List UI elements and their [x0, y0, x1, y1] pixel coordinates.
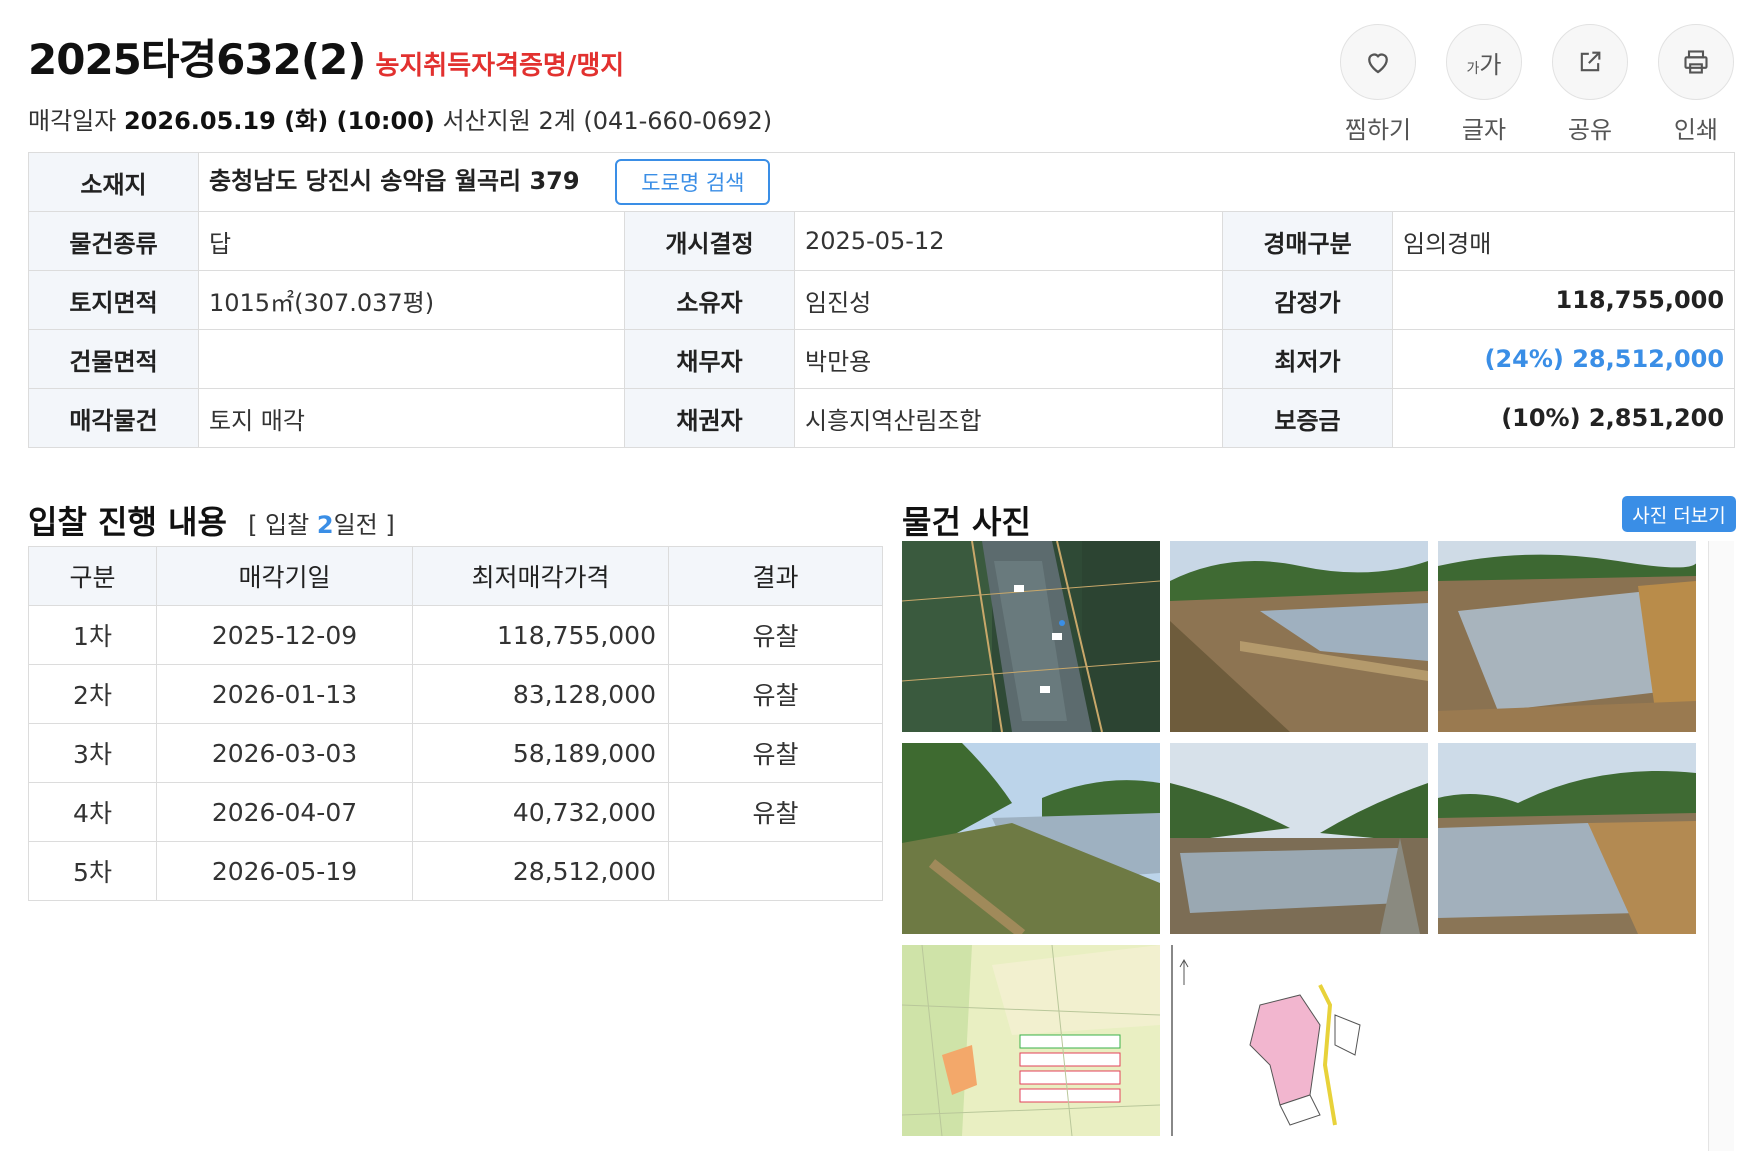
photo-thumbnail[interactable] [1170, 945, 1428, 1136]
round-cell: 2차 [28, 664, 157, 724]
result-cell [668, 841, 883, 901]
price-cell: 118,755,000 [412, 605, 669, 665]
favorite-label: 찜하기 [1344, 116, 1412, 144]
address-label: 소재지 [28, 152, 199, 212]
bid-header-row: 구분 매각기일 최저매각가격 결과 [28, 546, 883, 606]
court-info: 서산지원 2계 (041-660-0692) [442, 107, 773, 135]
table-row: 4차 2026-04-07 40,732,000 유찰 [28, 782, 883, 842]
result-cell: 유찰 [668, 723, 883, 783]
photo-section-title: 물건 사진 [902, 503, 1031, 541]
photo-thumbnail[interactable] [1170, 743, 1428, 934]
photo-scrollbar[interactable] [1708, 541, 1734, 1151]
bid-section-title: 입찰 진행 내용 [ 입찰 2일전 ] [28, 503, 395, 541]
font-size-label: 글자 [1461, 116, 1507, 144]
info-row: 물건종류 답 개시결정 2025-05-12 경매구분 임의경매 [28, 211, 1736, 271]
share-button[interactable]: 공유 [1552, 24, 1628, 145]
bid-history-table: 구분 매각기일 최저매각가격 결과 1차 2025-12-09 118,755,… [28, 546, 883, 901]
photo-thumbnail[interactable] [902, 743, 1160, 934]
start-value: 2025-05-12 [794, 211, 1223, 271]
table-row: 5차 2026-05-19 28,512,000 [28, 841, 883, 901]
action-bar: 찜하기 가가 글자 공유 인쇄 [1340, 24, 1734, 145]
table-row: 2차 2026-01-13 83,128,000 유찰 [28, 664, 883, 724]
date-cell: 2026-05-19 [156, 841, 413, 901]
price-cell: 83,128,000 [412, 664, 669, 724]
date-cell: 2026-01-13 [156, 664, 413, 724]
price-cell: 58,189,000 [412, 723, 669, 783]
share-label: 공유 [1567, 116, 1613, 144]
case-number: 2025타경632(2) [28, 35, 366, 84]
appraisal-value: 118,755,000 [1391, 270, 1736, 330]
col-date: 매각기일 [156, 546, 413, 606]
table-row: 1차 2025-12-09 118,755,000 유찰 [28, 605, 883, 665]
col-result: 결과 [668, 546, 883, 606]
print-icon [1684, 50, 1708, 74]
font-size-button[interactable]: 가가 글자 [1446, 24, 1522, 145]
road-search-button[interactable]: 도로명 검색 [615, 159, 771, 205]
case-tag: 농지취득자격증명/맹지 [375, 51, 625, 81]
print-label: 인쇄 [1673, 116, 1719, 144]
date-cell: 2026-04-07 [156, 782, 413, 842]
print-button[interactable]: 인쇄 [1658, 24, 1734, 145]
property-info-table: 소재지 충청남도 당진시 송악읍 월곡리 379 도로명 검색 물건종류 답 개… [28, 152, 1736, 448]
round-cell: 4차 [28, 782, 157, 842]
type-label: 물건종류 [28, 211, 199, 271]
result-cell: 유찰 [668, 605, 883, 665]
bid-days-left: [ 입찰 2일전 ] [248, 511, 395, 539]
favorite-button[interactable]: 찜하기 [1340, 24, 1416, 145]
type-value: 답 [198, 211, 625, 271]
deposit-value: (10%) 2,851,200 [1391, 388, 1736, 448]
photo-grid [902, 541, 1702, 1151]
auction-kind-value: 임의경매 [1391, 211, 1736, 271]
photo-thumbnail[interactable] [1170, 541, 1428, 732]
more-photos-button[interactable]: 사진 더보기 [1622, 496, 1736, 532]
round-cell: 1차 [28, 605, 157, 665]
building-area-label: 건물면적 [28, 329, 199, 389]
photo-thumbnail[interactable] [902, 541, 1160, 732]
price-cell: 28,512,000 [412, 841, 669, 901]
appraisal-label: 감정가 [1222, 270, 1393, 330]
sale-item-label: 매각물건 [28, 388, 199, 448]
result-cell: 유찰 [668, 664, 883, 724]
heart-icon [1368, 53, 1388, 74]
creditor-value: 시흥지역산림조합 [794, 388, 1223, 448]
info-row: 토지면적 1015㎡(307.037평) 소유자 임진성 감정가 118,755… [28, 270, 1736, 330]
land-area-value: 1015㎡(307.037평) [198, 270, 625, 330]
photo-thumbnail[interactable] [1438, 541, 1696, 732]
result-cell: 유찰 [668, 782, 883, 842]
debtor-value: 박만용 [794, 329, 1223, 389]
date-cell: 2025-12-09 [156, 605, 413, 665]
owner-value: 임진성 [794, 270, 1223, 330]
info-row: 건물면적 채무자 박만용 최저가 (24%) 28,512,000 [28, 329, 1736, 389]
info-row: 매각물건 토지 매각 채권자 시흥지역산림조합 보증금 (10%) 2,851,… [28, 388, 1736, 448]
creditor-label: 채권자 [624, 388, 795, 448]
col-price: 최저매각가격 [412, 546, 669, 606]
font-size-icon: 가가 [1466, 50, 1502, 79]
page-header: 2025타경632(2) 농지취득자격증명/맹지 매각일자 2026.05.19… [28, 26, 772, 136]
deposit-label: 보증금 [1222, 388, 1393, 448]
date-cell: 2026-03-03 [156, 723, 413, 783]
sale-item-value: 토지 매각 [198, 388, 625, 448]
sale-date-label: 매각일자 [28, 107, 117, 135]
photo-thumbnail[interactable] [902, 945, 1160, 1136]
address-value: 충청남도 당진시 송악읍 월곡리 379 [209, 167, 580, 195]
table-row: 3차 2026-03-03 58,189,000 유찰 [28, 723, 883, 783]
sale-date: 2026.05.19 (화) (10:00) [123, 107, 435, 135]
address-row: 소재지 충청남도 당진시 송악읍 월곡리 379 도로명 검색 [28, 152, 1736, 212]
building-area-value [198, 329, 625, 389]
sale-info: 매각일자 2026.05.19 (화) (10:00) 서산지원 2계 (041… [28, 101, 772, 136]
debtor-label: 채무자 [624, 329, 795, 389]
owner-label: 소유자 [624, 270, 795, 330]
round-cell: 5차 [28, 841, 157, 901]
min-price-value: (24%) 28,512,000 [1391, 329, 1736, 389]
round-cell: 3차 [28, 723, 157, 783]
land-area-label: 토지면적 [28, 270, 199, 330]
min-price-label: 최저가 [1222, 329, 1393, 389]
price-cell: 40,732,000 [412, 782, 669, 842]
col-round: 구분 [28, 546, 157, 606]
share-icon [1580, 51, 1601, 72]
start-label: 개시결정 [624, 211, 795, 271]
photo-thumbnail[interactable] [1438, 743, 1696, 934]
auction-kind-label: 경매구분 [1222, 211, 1393, 271]
